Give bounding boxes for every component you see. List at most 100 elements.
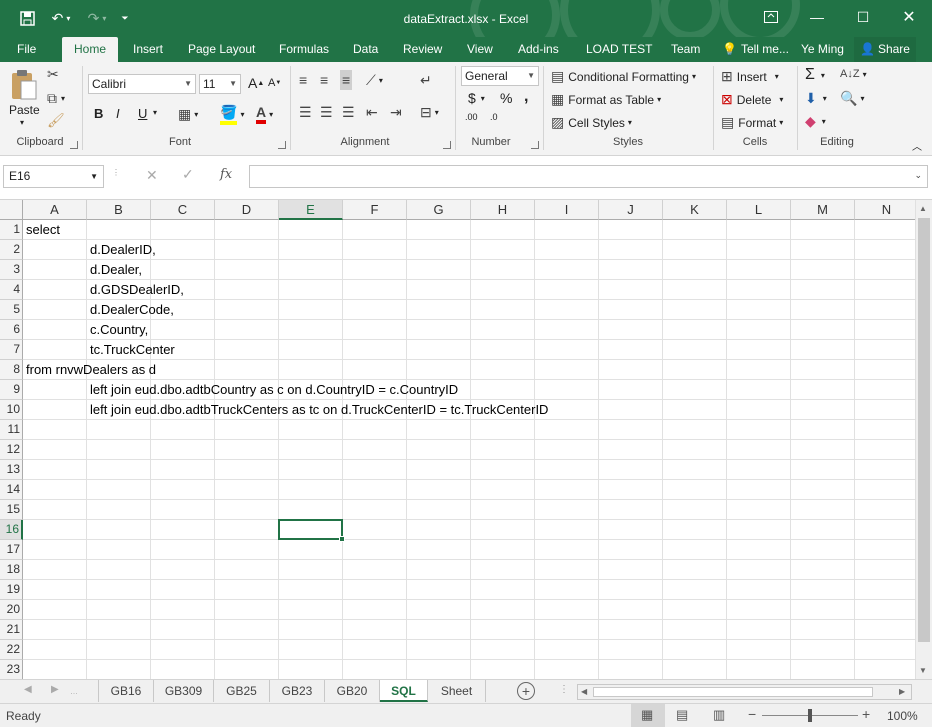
zoom-level[interactable]: 100% (887, 709, 918, 723)
column-header[interactable]: L (727, 200, 791, 220)
row-header[interactable]: 1 (0, 220, 23, 240)
underline-button[interactable]: U (138, 106, 147, 121)
cell-b6[interactable]: c.Country, (87, 320, 148, 340)
worksheet-grid[interactable]: ABCDEFGHIJKLMN 1 2 3 4 5 6 7 8 9 10 11 12 13 14 15 16 17… (0, 200, 915, 679)
share-button[interactable]: 👤 Share (854, 37, 916, 62)
column-header[interactable]: N (855, 200, 915, 220)
tab-formulas[interactable]: Formulas (279, 37, 329, 62)
row-header[interactable]: 6 (0, 320, 23, 340)
minimize-icon[interactable]: — (794, 0, 840, 34)
column-header[interactable]: K (663, 200, 727, 220)
row-header[interactable]: 21 (0, 620, 23, 640)
font-color-icon[interactable]: A ▾ (256, 104, 273, 124)
scroll-up-icon[interactable]: ▲ (919, 204, 927, 213)
zoom-slider-thumb[interactable] (808, 709, 812, 722)
row-header[interactable]: 8 (0, 360, 23, 380)
fill-handle[interactable] (339, 536, 345, 542)
row-header[interactable]: 23 (0, 660, 23, 679)
enter-icon[interactable]: ✓ (182, 166, 194, 183)
cell-styles-button[interactable]: ▨ Cell Styles ▾ (551, 114, 632, 131)
tab-splitter-icon[interactable]: ⋮ (559, 684, 569, 695)
cell-b10[interactable]: left join eud.dbo.adtbTruckCenters as tc… (87, 400, 548, 420)
expand-formula-bar-icon[interactable]: ⌄ (914, 170, 922, 181)
tab-load-test[interactable]: LOAD TEST (586, 37, 652, 62)
row-header[interactable]: 17 (0, 540, 23, 560)
add-sheet-icon[interactable]: + (517, 682, 535, 700)
orientation-icon[interactable]: ⟋ ▾ (366, 72, 383, 89)
row-header[interactable]: 12 (0, 440, 23, 460)
bold-button[interactable]: B (94, 106, 103, 121)
bottom-align-icon[interactable]: ≡ (340, 70, 353, 90)
grow-font-button[interactable]: A ▲ (248, 75, 264, 91)
formula-input[interactable]: ⌄ (249, 165, 928, 188)
row-header[interactable]: 9 (0, 380, 23, 400)
increase-indent-icon[interactable]: ⇥ (390, 104, 402, 121)
tell-me-box[interactable]: 💡 Tell me... (722, 37, 789, 62)
cell-b7[interactable]: tc.TruckCenter (87, 340, 175, 360)
row-header[interactable]: 5 (0, 300, 23, 320)
sheet-tab-sheet[interactable]: Sheet (428, 680, 486, 702)
cell-a1[interactable]: select (23, 220, 60, 240)
column-header[interactable]: B (87, 200, 151, 220)
row-header[interactable]: 10 (0, 400, 23, 420)
font-name-combo[interactable]: Calibri ▼ (88, 74, 196, 94)
cell-b4[interactable]: d.GDSDealerID, (87, 280, 184, 300)
cancel-icon[interactable]: ✕ (146, 167, 158, 184)
next-sheet-icon[interactable]: ▶ (51, 684, 59, 695)
tab-file[interactable]: File (17, 37, 36, 62)
more-tabs-icon[interactable]: … (70, 687, 78, 696)
column-header[interactable]: E (279, 200, 343, 220)
comma-button[interactable]: , (524, 88, 528, 106)
find-select-icon[interactable]: 🔍 ▾ (840, 90, 864, 107)
row-header[interactable]: 13 (0, 460, 23, 480)
scroll-left-icon[interactable]: ◀ (581, 687, 587, 696)
horizontal-scrollbar[interactable]: ◀ ▶ (577, 684, 912, 700)
alignment-launcher-icon[interactable] (443, 141, 451, 149)
page-layout-view-icon[interactable]: ▤ (676, 707, 688, 723)
tab-home[interactable]: Home (62, 37, 118, 62)
row-header[interactable]: 16 (0, 520, 23, 540)
zoom-out-icon[interactable]: − (748, 706, 756, 722)
decrease-decimal-button[interactable]: .0 (490, 112, 498, 122)
row-header[interactable]: 11 (0, 420, 23, 440)
sort-filter-icon[interactable]: A↓Z ▾ (840, 68, 867, 80)
sheet-tab-gb20[interactable]: GB20 (325, 680, 380, 702)
underline-dropdown-icon[interactable]: ▾ (153, 108, 157, 117)
row-header[interactable]: 18 (0, 560, 23, 580)
cell-b9[interactable]: left join eud.dbo.adtbCountry as c on d.… (87, 380, 458, 400)
prev-sheet-icon[interactable]: ◀ (24, 684, 32, 695)
tab-team[interactable]: Team (671, 37, 700, 62)
format-as-table-button[interactable]: ▦ Format as Table ▾ (551, 91, 661, 108)
column-header[interactable]: A (23, 200, 87, 220)
zoom-in-icon[interactable]: + (862, 706, 870, 722)
column-header[interactable]: H (471, 200, 535, 220)
clear-icon[interactable]: ◆ ▾ (805, 113, 826, 130)
sheet-tab-gb16[interactable]: GB16 (98, 680, 154, 702)
shrink-font-button[interactable]: A ▼ (268, 77, 281, 89)
close-icon[interactable]: ✕ (886, 0, 932, 34)
row-header[interactable]: 7 (0, 340, 23, 360)
column-header[interactable]: J (599, 200, 663, 220)
paste-dropdown-icon[interactable]: ▾ (20, 118, 24, 127)
tab-insert[interactable]: Insert (133, 37, 163, 62)
italic-button[interactable]: I (116, 106, 120, 121)
align-left-icon[interactable]: ☰ (299, 104, 312, 121)
sheet-tab-gb23[interactable]: GB23 (270, 680, 325, 702)
column-header[interactable]: F (343, 200, 407, 220)
fill-icon[interactable]: ⬇ ▾ (805, 90, 827, 107)
page-break-view-icon[interactable]: ▥ (713, 707, 725, 723)
tab-page-layout[interactable]: Page Layout (188, 37, 255, 62)
wrap-text-icon[interactable]: ↵ (420, 72, 432, 89)
column-header[interactable]: C (151, 200, 215, 220)
cell-b5[interactable]: d.DealerCode, (87, 300, 174, 320)
row-header[interactable]: 19 (0, 580, 23, 600)
row-header[interactable]: 4 (0, 280, 23, 300)
sheet-tab-gb25[interactable]: GB25 (214, 680, 270, 702)
ribbon-display-icon[interactable] (748, 0, 794, 34)
sheet-tab-gb309[interactable]: GB309 (154, 680, 214, 702)
top-align-icon[interactable]: ≡ (299, 72, 307, 88)
row-header[interactable]: 15 (0, 500, 23, 520)
column-header[interactable]: I (535, 200, 599, 220)
row-header[interactable]: 3 (0, 260, 23, 280)
tab-review[interactable]: Review (403, 37, 442, 62)
